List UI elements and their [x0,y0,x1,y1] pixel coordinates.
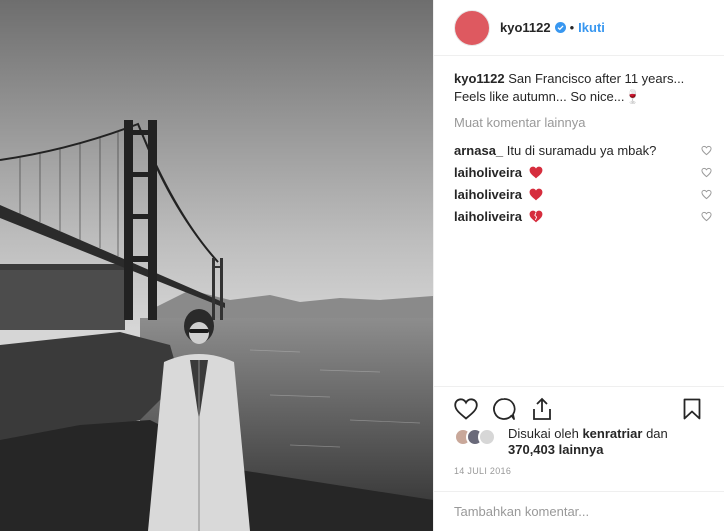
caption: kyo1122 San Francisco after 11 years... … [454,70,712,106]
share-icon [533,397,551,420]
likes-user-link[interactable]: kenratriar [582,426,642,441]
heart-icon[interactable] [701,145,712,156]
save-button[interactable] [680,397,704,421]
heart-icon [454,397,478,420]
load-more-comments-link[interactable]: Muat komentar lainnya [454,114,712,132]
username-link[interactable]: kyo1122 [500,20,551,35]
comment-row: laiholiveira [454,164,712,182]
heart-icon[interactable] [701,167,712,178]
post-actions [434,386,724,430]
comment-icon [493,397,516,420]
heart-icon[interactable] [701,189,712,200]
likes-and: dan [646,426,668,441]
avatar[interactable] [478,428,496,446]
comment-username[interactable]: arnasa_ [454,143,503,158]
comment-row: arnasa_ Itu di suramadu ya mbak? [454,142,712,160]
broken-heart-emoji-icon [529,210,542,223]
red-heart-emoji-icon [529,166,542,179]
comment-username[interactable]: laiholiveira [454,165,522,180]
red-heart-emoji-icon [529,188,542,201]
share-button[interactable] [530,397,554,421]
follow-button[interactable]: Ikuti [578,20,605,35]
likes-summary: Disukai oleh kenratriar dan 370,403 lain… [454,426,712,458]
caption-username[interactable]: kyo1122 [454,71,505,86]
comment-username[interactable]: laiholiveira [454,209,522,224]
comments-list: kyo1122 San Francisco after 11 years... … [454,70,712,230]
post-header: kyo1122 • Ikuti [434,0,724,56]
post-date[interactable]: 14 JULI 2016 [454,466,511,476]
comment-button[interactable] [492,397,516,421]
bookmark-icon [683,398,701,419]
post-side-panel: kyo1122 • Ikuti kyo1122 San Francisco af… [433,0,724,531]
post-photo[interactable] [0,0,433,531]
header-separator: • [569,20,575,35]
golden-gate-photo [0,0,433,531]
comment-row: laiholiveira [454,186,712,204]
likes-count-link[interactable]: 370,403 [508,442,555,457]
likes-text: Disukai oleh kenratriar dan 370,403 lain… [508,426,668,458]
avatar[interactable] [454,9,490,46]
comment-text: Itu di suramadu ya mbak? [506,143,657,158]
comment-username[interactable]: laiholiveira [454,187,522,202]
instagram-post-dialog: kyo1122 • Ikuti kyo1122 San Francisco af… [0,0,724,531]
comment-row: laiholiveira [454,208,712,226]
heart-icon[interactable] [701,211,712,222]
verified-badge-icon [554,22,566,33]
add-comment-input[interactable] [454,504,724,519]
liker-avatars [454,428,502,446]
likes-suffix[interactable]: lainnya [559,442,604,457]
like-button[interactable] [454,397,478,421]
likes-prefix: Disukai oleh [508,426,579,441]
add-comment-bar [434,491,724,531]
